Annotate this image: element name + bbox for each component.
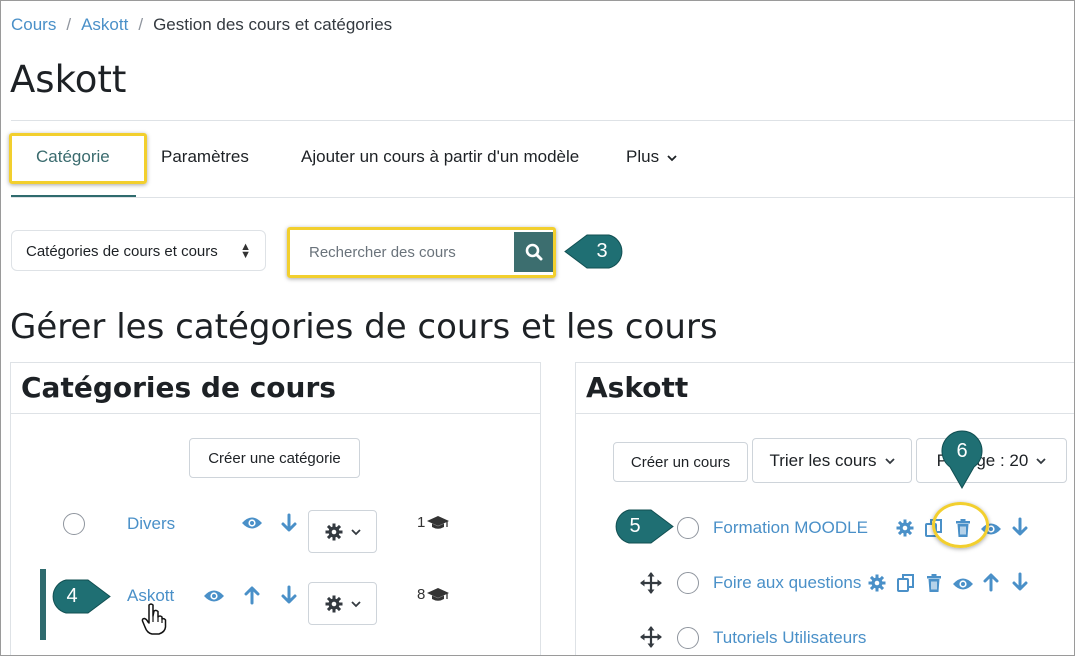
course-checkbox[interactable] — [677, 627, 699, 649]
course-link-formation-moodle[interactable]: Formation MOODLE — [713, 518, 868, 538]
sort-arrows-icon: ▲ ▼ — [240, 241, 251, 261]
callout-3: 3 — [563, 232, 627, 271]
divider — [11, 120, 1075, 121]
tab-category[interactable]: Catégorie — [36, 147, 110, 167]
trash-icon[interactable] — [923, 572, 945, 594]
course-link-foire-aux-questions[interactable]: Foire aux questions — [713, 573, 861, 593]
arrow-up-icon[interactable] — [241, 584, 263, 606]
arrow-down-icon[interactable] — [278, 584, 300, 606]
course-count: 8 — [417, 586, 450, 603]
view-select[interactable]: Catégories de cours et cours ▲ ▼ — [11, 230, 266, 271]
course-link-tutoriels-utilisateurs[interactable]: Tutoriels Utilisateurs — [713, 628, 866, 648]
chevron-down-icon — [1036, 457, 1046, 464]
highlight-box-search — [287, 227, 556, 278]
section-title: Gérer les catégories de cours et les cou… — [10, 307, 718, 347]
move-icon[interactable] — [640, 572, 662, 594]
move-icon[interactable] — [640, 626, 662, 648]
categories-panel-title: Catégories de cours — [21, 371, 336, 404]
create-course-button[interactable]: Créer un cours — [613, 442, 748, 482]
gear-icon[interactable] — [894, 517, 916, 539]
eye-icon[interactable] — [952, 573, 974, 595]
create-category-button[interactable]: Créer une catégorie — [189, 438, 360, 478]
breadcrumb: Cours / Askott / Gestion des cours et ca… — [11, 15, 392, 35]
callout-6: 6 — [939, 428, 985, 490]
category-actions-menu[interactable] — [308, 582, 377, 625]
eye-icon[interactable] — [203, 585, 225, 607]
course-count-value: 1 — [417, 514, 426, 531]
callout-number: 4 — [66, 585, 78, 607]
breadcrumb-link-askott[interactable]: Askott — [81, 15, 128, 35]
breadcrumb-link-cours[interactable]: Cours — [11, 15, 56, 35]
arrow-down-icon[interactable] — [1009, 571, 1031, 593]
breadcrumb-current: Gestion des cours et catégories — [153, 15, 393, 34]
arrow-down-icon[interactable] — [1009, 516, 1031, 538]
arrow-down-icon[interactable] — [278, 512, 300, 534]
chevron-down-icon — [667, 155, 677, 162]
arrow-up-icon[interactable] — [980, 571, 1002, 593]
tab-settings[interactable]: Paramètres — [161, 147, 249, 167]
sort-courses-button[interactable]: Trier les cours — [752, 438, 912, 483]
category-actions-menu[interactable] — [308, 510, 377, 553]
graduation-cap-icon — [427, 587, 450, 601]
tab-more-label: Plus — [626, 147, 660, 166]
divider — [576, 413, 1075, 414]
callout-4: 4 — [48, 577, 112, 616]
chevron-down-icon — [350, 528, 361, 535]
hand-cursor-icon — [140, 602, 168, 636]
category-checkbox[interactable] — [63, 513, 85, 535]
breadcrumb-separator: / — [138, 15, 144, 34]
course-checkbox[interactable] — [677, 517, 699, 539]
course-count-value: 8 — [417, 586, 426, 603]
callout-number: 3 — [596, 240, 608, 262]
gear-icon[interactable] — [866, 572, 888, 594]
callout-number: 5 — [629, 515, 641, 537]
gear-icon — [325, 595, 342, 612]
chevron-down-icon — [884, 457, 895, 464]
breadcrumb-separator: / — [66, 15, 72, 34]
course-count: 1 — [417, 514, 450, 531]
callout-number: 6 — [956, 440, 968, 462]
gear-icon — [325, 523, 342, 540]
category-link-divers[interactable]: Divers — [127, 514, 175, 534]
copy-icon[interactable] — [895, 572, 917, 594]
tab-add-course-from-template[interactable]: Ajouter un cours à partir d'un modèle — [301, 147, 579, 167]
highlight-circle-delete — [932, 502, 989, 548]
graduation-cap-icon — [427, 515, 450, 529]
view-select-value: Catégories de cours et cours — [26, 243, 218, 260]
course-checkbox[interactable] — [677, 572, 699, 594]
tab-more[interactable]: Plus — [626, 147, 677, 167]
courses-panel-title: Askott — [586, 371, 689, 404]
sort-courses-label: Trier les cours — [769, 450, 877, 470]
chevron-down-icon — [350, 600, 361, 607]
divider — [11, 413, 540, 414]
divider — [11, 197, 1075, 198]
page-title: Askott — [10, 58, 127, 101]
callout-5: 5 — [611, 507, 675, 546]
eye-icon[interactable] — [241, 512, 263, 534]
